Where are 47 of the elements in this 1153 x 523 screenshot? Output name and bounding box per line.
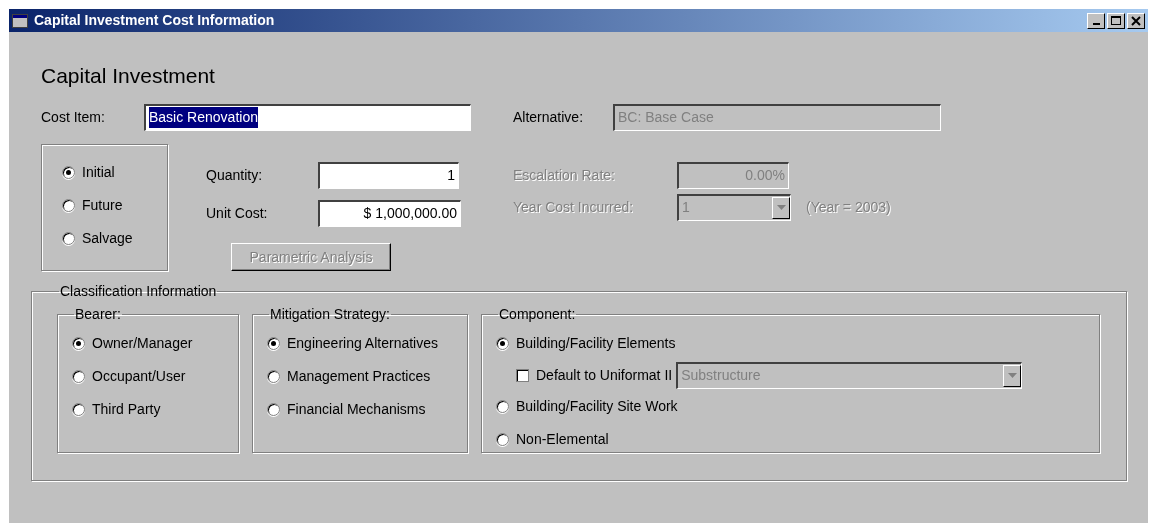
group-title: Mitigation Strategy: bbox=[269, 305, 391, 324]
section-heading: Capital Investment bbox=[41, 63, 216, 89]
radio-button[interactable] bbox=[496, 400, 509, 413]
radio-button[interactable] bbox=[62, 199, 75, 212]
radio-button[interactable] bbox=[72, 403, 85, 416]
close-button[interactable] bbox=[1127, 12, 1145, 29]
minimize-button[interactable] bbox=[1087, 12, 1105, 29]
year-note: (Year = 2003) bbox=[806, 197, 891, 217]
group-title: Component: bbox=[498, 305, 577, 324]
field-label: Year Cost Incurred: bbox=[513, 197, 635, 217]
radio-button[interactable] bbox=[62, 166, 75, 179]
radio-label[interactable]: Third Party bbox=[92, 399, 161, 420]
radio-button[interactable] bbox=[496, 337, 509, 350]
group-title: Classification Information bbox=[59, 282, 218, 301]
radio-label[interactable]: Engineering Alternatives bbox=[287, 333, 438, 354]
field-label: Quantity: bbox=[206, 165, 264, 185]
minimize-icon bbox=[1092, 22, 1100, 25]
radio-button[interactable] bbox=[72, 370, 85, 383]
radio-label[interactable]: Occupant/User bbox=[92, 366, 186, 387]
field-label: Alternative: bbox=[513, 107, 585, 127]
radio-label[interactable]: Building/Facility Site Work bbox=[516, 396, 678, 417]
radio-button[interactable] bbox=[267, 370, 280, 383]
close-icon bbox=[1131, 15, 1141, 26]
radio-button[interactable] bbox=[267, 337, 280, 350]
radio-label[interactable]: Building/Facility Elements bbox=[516, 333, 676, 354]
field-label: Cost Item: bbox=[41, 107, 106, 127]
radio-label[interactable]: Owner/Manager bbox=[92, 333, 193, 354]
maximize-icon bbox=[1111, 15, 1121, 26]
radio-button[interactable] bbox=[267, 403, 280, 416]
radio-label[interactable]: Non-Elemental bbox=[516, 429, 609, 450]
radio-label[interactable]: Future bbox=[82, 195, 123, 216]
radio-button[interactable] bbox=[496, 433, 509, 446]
radio-button[interactable] bbox=[62, 232, 75, 245]
window-title: Capital Investment Cost Information bbox=[34, 11, 276, 30]
maximize-button[interactable] bbox=[1107, 12, 1125, 29]
field-label: Escalation Rate: bbox=[513, 165, 616, 185]
radio-label[interactable]: Management Practices bbox=[287, 366, 431, 387]
radio-label[interactable]: Initial bbox=[82, 162, 115, 183]
radio-label[interactable]: Salvage bbox=[82, 228, 133, 249]
window-icon bbox=[12, 13, 28, 28]
text-field[interactable]: Basic Renovation bbox=[144, 103, 471, 131]
radio-label[interactable]: Financial Mechanisms bbox=[287, 399, 426, 420]
text-field[interactable]: 1 bbox=[318, 161, 459, 189]
radio-button[interactable] bbox=[72, 337, 85, 350]
group-title: Bearer: bbox=[74, 305, 122, 324]
field-label: Unit Cost: bbox=[206, 203, 269, 223]
text-field[interactable]: $ 1,000,000.00 bbox=[318, 199, 461, 227]
